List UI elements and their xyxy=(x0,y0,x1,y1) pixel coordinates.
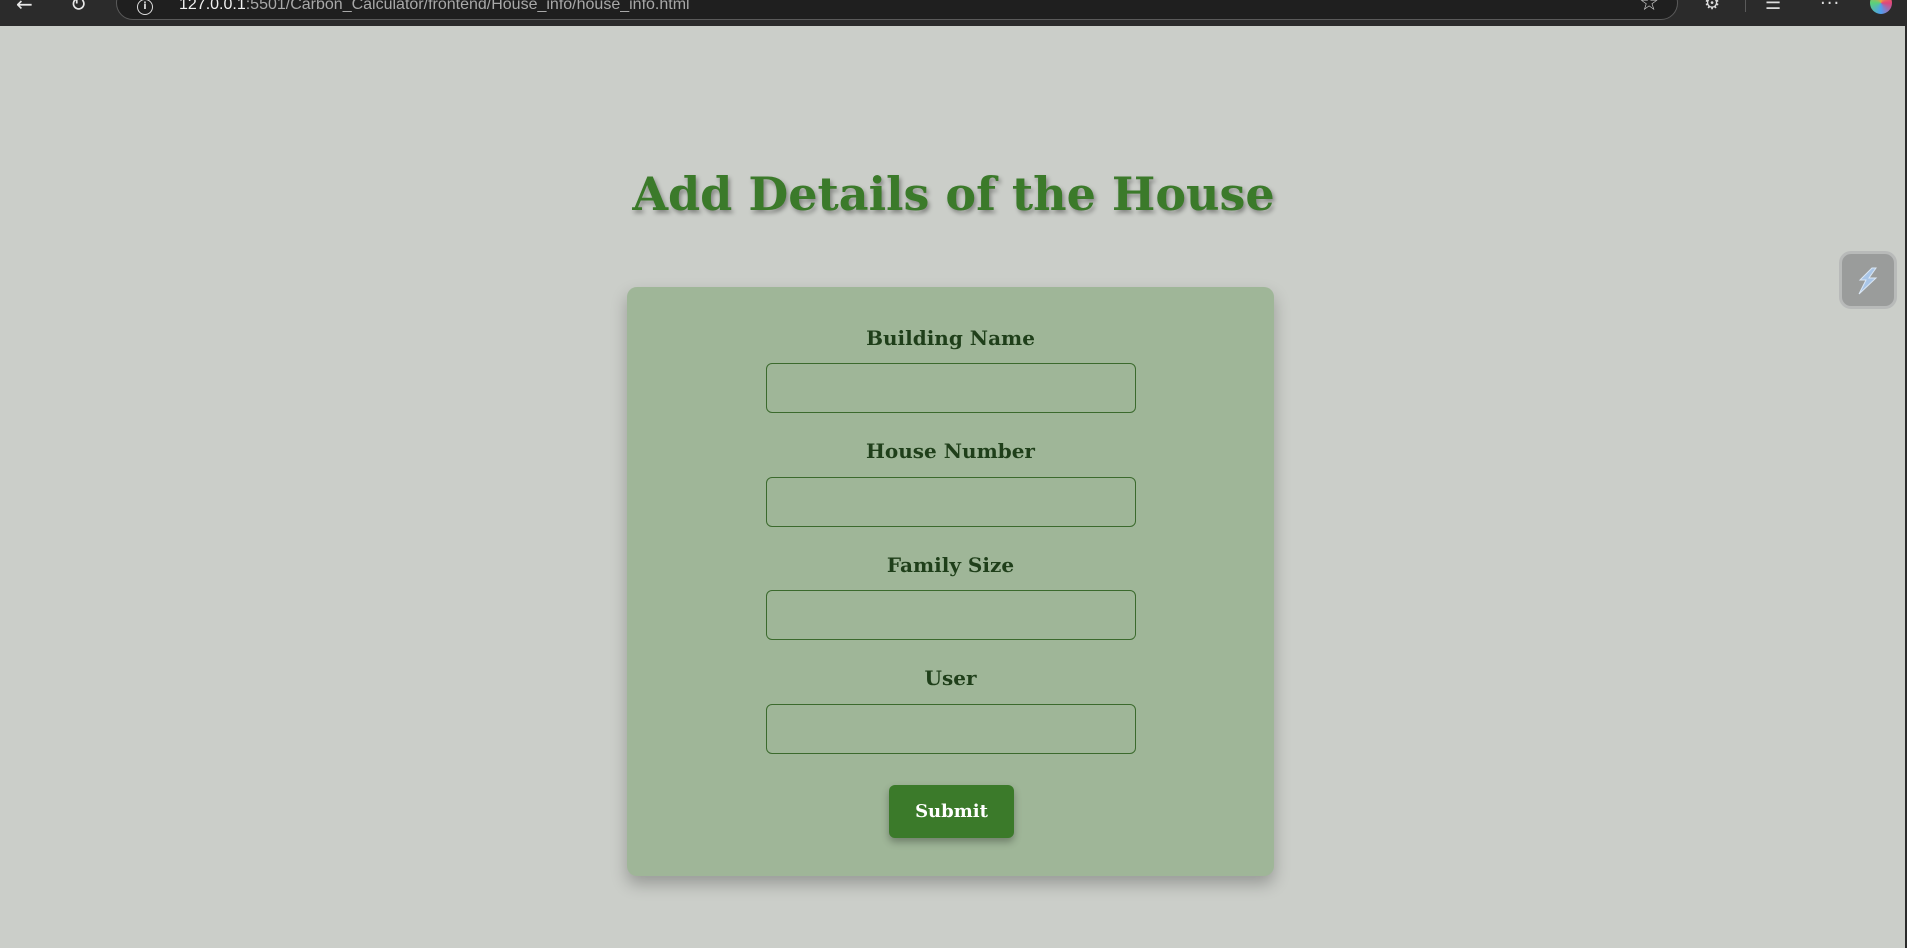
building-name-input[interactable] xyxy=(766,363,1136,413)
more-options-icon[interactable]: ··· xyxy=(1820,0,1840,14)
url-path: :5501/Carbon_Calculator/frontend/House_i… xyxy=(245,0,690,13)
house-details-form: Building Name House Number Family Size U… xyxy=(627,287,1274,876)
reload-icon[interactable]: ↻ xyxy=(70,0,87,14)
back-arrow-icon[interactable]: ← xyxy=(16,0,33,14)
favorites-icon[interactable]: ☰ xyxy=(1765,0,1781,14)
copilot-icon[interactable] xyxy=(1870,0,1892,14)
page-viewport: Add Details of the House Building Name H… xyxy=(0,26,1907,948)
house-number-input[interactable] xyxy=(766,477,1136,527)
extensions-icon[interactable]: ⚙ xyxy=(1704,0,1720,14)
page-title: Add Details of the House xyxy=(632,167,1275,221)
family-size-label: Family Size xyxy=(886,553,1015,577)
address-bar[interactable]: i 127.0.0.1:5501/Carbon_Calculator/front… xyxy=(116,0,1678,20)
browser-toolbar: ← ↻ i 127.0.0.1:5501/Carbon_Calculator/f… xyxy=(0,0,1907,26)
building-name-label: Building Name xyxy=(866,326,1035,350)
url-host: 127.0.0.1 xyxy=(179,0,246,13)
family-size-input[interactable] xyxy=(766,590,1136,640)
favorite-star-icon[interactable]: ☆ xyxy=(1639,0,1659,15)
toolbar-divider xyxy=(1745,0,1746,12)
submit-button[interactable]: Submit xyxy=(889,785,1014,838)
user-input[interactable] xyxy=(766,704,1136,754)
site-info-icon[interactable]: i xyxy=(137,0,153,15)
side-extension-button[interactable] xyxy=(1839,251,1897,309)
user-label: User xyxy=(924,666,977,690)
url-text[interactable]: 127.0.0.1:5501/Carbon_Calculator/fronten… xyxy=(179,0,690,15)
lightning-icon xyxy=(1858,267,1878,295)
house-number-label: House Number xyxy=(866,439,1035,463)
